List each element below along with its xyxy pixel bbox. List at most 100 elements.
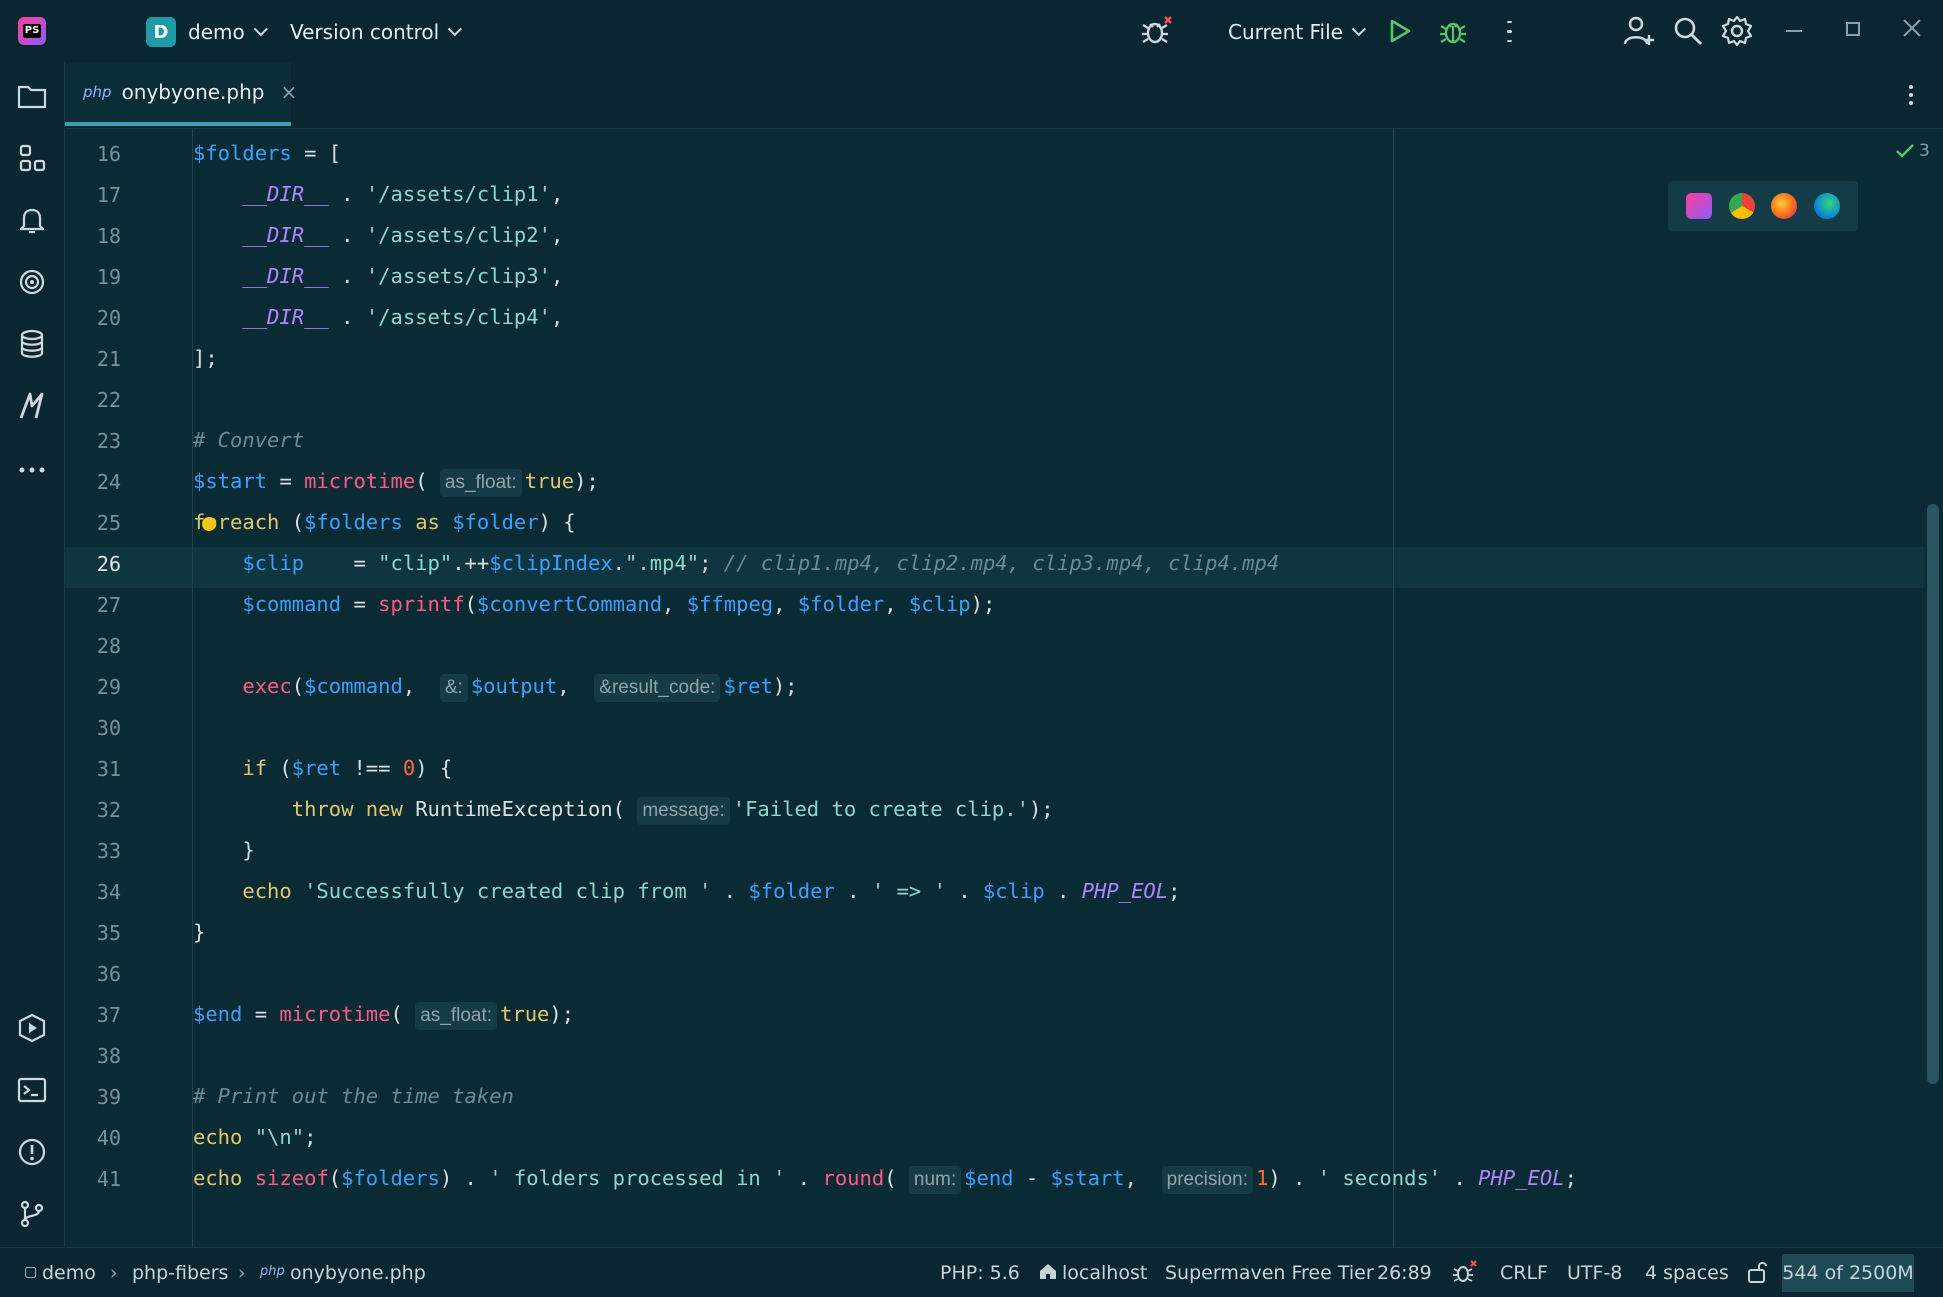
php-version-widget[interactable]: PHP: 5.6 [940,1262,1020,1284]
php-file-icon: php [260,1264,285,1279]
indent-widget[interactable]: 4 spaces [1645,1262,1729,1284]
code-line: $start = microtime( as_float: true); [193,461,1923,502]
code-line: echo "\n"; [193,1125,317,1149]
line-number: 16 [96,142,121,166]
search-icon[interactable] [1672,15,1704,47]
close-window-icon[interactable] [1902,18,1922,38]
module-icon: ▢ [24,1264,38,1280]
code-line: __DIR__ . '/assets/clip2', [242,223,564,247]
encoding-widget[interactable]: UTF-8 [1567,1262,1622,1284]
browser-preview-toolbar [1668,181,1858,231]
server-widget[interactable]: localhost [1062,1262,1147,1284]
version-control-menu[interactable]: Version control [290,16,463,48]
intention-bulb-icon[interactable] [202,517,216,531]
memory-indicator[interactable]: 544 of 2500M [1782,1254,1914,1292]
breadcrumb-folder[interactable]: php-fibers [132,1262,228,1284]
line-number: 29 [96,675,121,699]
chrome-icon[interactable] [1728,193,1755,219]
inspection-widget[interactable]: 3 ︿ ﹀ [1895,141,1943,161]
line-number: 36 [96,962,121,986]
phpstorm-logo-icon[interactable]: PS [18,17,46,45]
editor-tab-onybyone[interactable]: php onybyone.php × [65,62,297,126]
jetbrains-ai-icon[interactable] [16,390,48,422]
breadcrumb-project[interactable]: demo [42,1262,96,1284]
line-number: 35 [96,921,121,945]
unlock-icon[interactable] [1746,1260,1768,1289]
param-hint: &: [439,674,468,702]
line-number: 25 [96,511,121,535]
line-number: 38 [96,1044,121,1068]
main-menu-icon[interactable] [86,18,112,42]
line-number: 19 [96,265,121,289]
vertical-scrollbar[interactable] [1927,504,1939,1084]
status-bar: ▢ demo › php-fibers › php onybyone.php P… [0,1247,1943,1297]
param-hint: message: [637,797,730,825]
add-user-icon[interactable] [1622,14,1656,48]
caret-position[interactable]: 26:89 [1377,1262,1432,1284]
ai-assistant-icon[interactable] [16,266,48,298]
line-number: 34 [96,880,121,904]
breadcrumb-file[interactable]: onybyone.php [290,1262,426,1284]
folder-icon[interactable] [16,80,48,112]
project-selector[interactable]: D demo [146,16,268,48]
minimize-window-icon[interactable] [1786,30,1802,32]
database-icon[interactable] [16,328,48,360]
line-ending-widget[interactable]: CRLF [1500,1262,1548,1284]
services-icon[interactable] [16,1012,48,1044]
more-tools-icon[interactable] [16,454,48,486]
tool-window-bar [0,62,65,1247]
code-line: # Convert [193,428,305,452]
plugin-widget[interactable]: Supermaven Free Tier [1165,1262,1374,1284]
edge-icon[interactable] [1813,193,1840,219]
editor-tab-bar: php onybyone.php × [65,62,1943,129]
ide-window: PS D demo Version control Current File p… [0,0,1943,1297]
bell-icon[interactable] [16,204,48,236]
project-name: demo [188,20,245,44]
code-line: echo 'Successfully created clip from ' .… [242,879,1181,903]
line-number: 31 [96,757,121,781]
line-number: 17 [96,183,121,207]
param-hint: num: [908,1166,962,1194]
line-number: 18 [96,224,121,248]
terminal-icon[interactable] [16,1074,48,1106]
run-configuration-selector[interactable]: Current File [1228,16,1366,48]
check-icon [1896,144,1914,158]
structure-icon[interactable] [16,142,48,174]
phpstorm-browser-icon[interactable] [1686,193,1713,219]
param-hint: as_float: [439,469,522,497]
logo-text: PS [22,24,42,38]
tab-more-icon[interactable] [1909,82,1915,109]
close-tab-icon[interactable]: × [280,80,297,104]
problems-icon[interactable] [16,1136,48,1168]
line-number: 28 [96,634,121,658]
bug-report-icon[interactable] [1140,14,1174,48]
firefox-icon[interactable] [1771,193,1798,219]
gear-icon[interactable] [1720,14,1754,48]
code-line: __DIR__ . '/assets/clip1', [242,182,564,206]
code-line: } [193,920,206,944]
line-number-gutter[interactable]: 16 17 18 19 20 21 22 23 24 25 26 27 28 2… [65,129,155,1247]
run-icon[interactable] [1388,18,1412,44]
line-number: 32 [96,798,121,822]
tab-file-name: onybyone.php [121,80,265,104]
chevron-down-icon [1351,22,1366,37]
code-line: $folders = [ [193,141,342,165]
code-line: # Print out the time taken [193,1084,514,1108]
home-icon [1038,1261,1058,1286]
git-icon[interactable] [16,1198,48,1230]
debug-icon[interactable] [1438,16,1468,46]
line-number: 20 [96,306,121,330]
line-number: 30 [96,716,121,740]
chevron-down-icon [253,22,268,37]
more-actions-icon[interactable] [1506,18,1512,46]
bug-report-icon[interactable] [1452,1259,1478,1290]
param-hint: precision: [1161,1166,1253,1194]
code-editor[interactable]: 16 17 18 19 20 21 22 23 24 25 26 27 28 2… [65,129,1943,1247]
code-line: ]; [193,346,218,370]
line-number: 24 [96,470,121,494]
code-line: exec($command, &: $output, &result_code: $… [193,666,1923,707]
maximize-window-icon[interactable] [1846,22,1860,36]
